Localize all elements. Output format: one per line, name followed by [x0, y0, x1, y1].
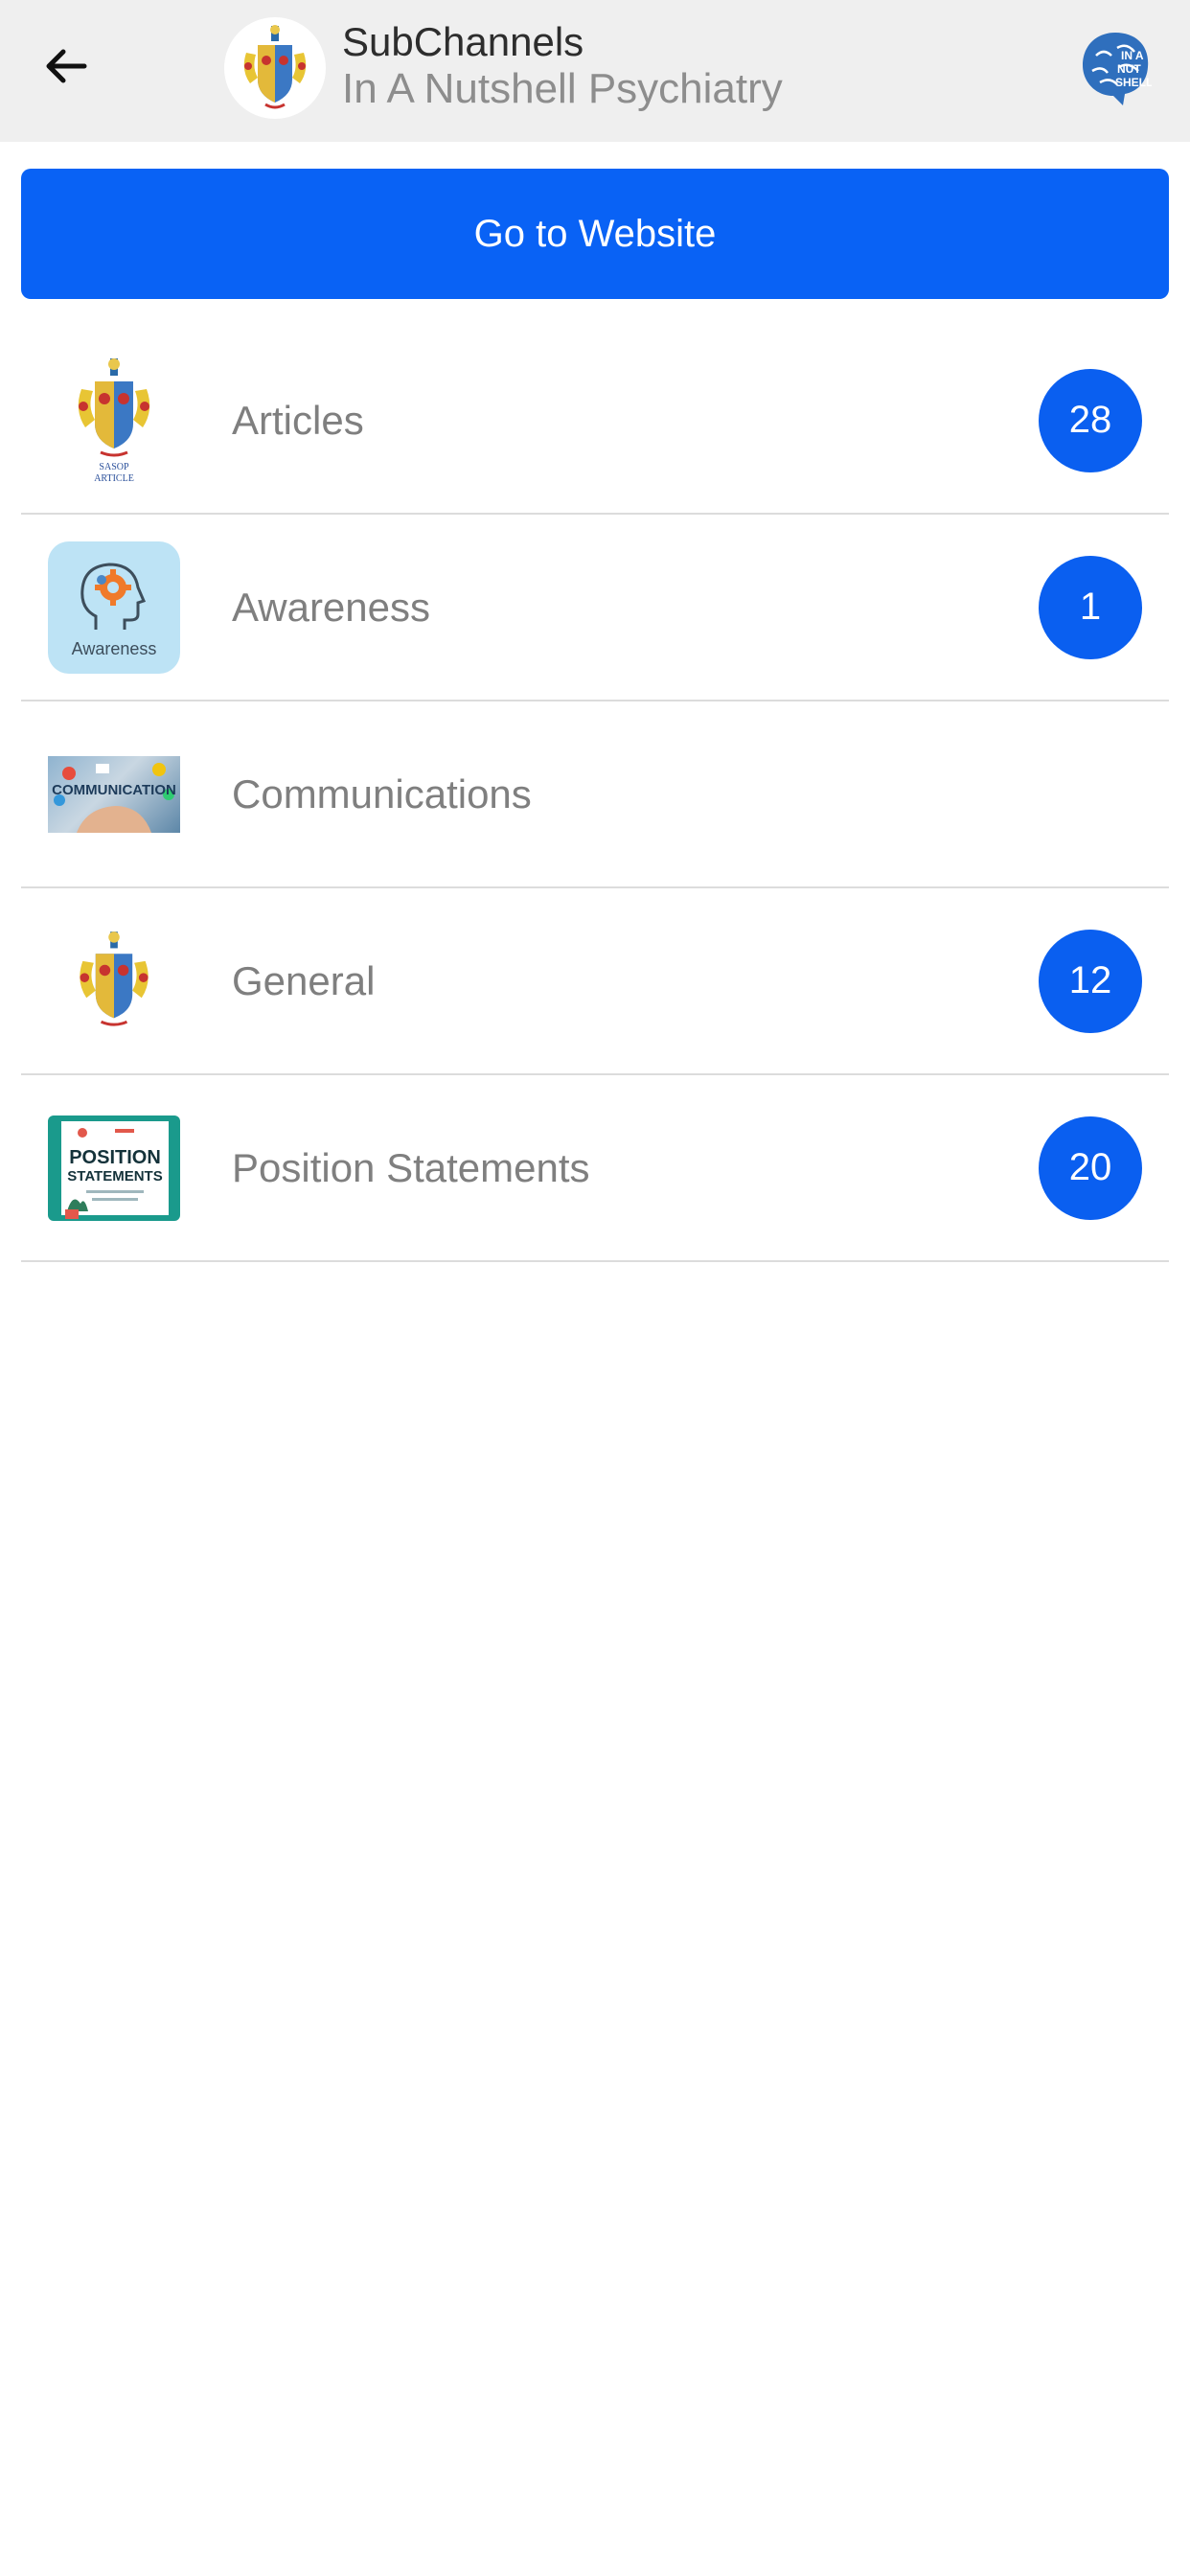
position-statements-poster-icon: POSITION STATEMENTS — [61, 1120, 169, 1219]
svg-text:IN A: IN A — [1121, 49, 1144, 62]
communication-caption: COMMUNICATION — [52, 782, 176, 798]
svg-text:SASOP: SASOP — [99, 462, 129, 472]
subchannel-label: Articles — [232, 397, 364, 443]
subchannel-row-general[interactable]: General 12 — [21, 888, 1169, 1075]
svg-text:SHELL: SHELL — [1115, 76, 1152, 89]
page-title: SubChannels — [342, 19, 584, 64]
head-gear-icon: Awareness — [72, 562, 157, 658]
crest-logo-icon — [243, 25, 307, 109]
svg-text:POSITION: POSITION — [69, 1147, 161, 1168]
subchannel-row-awareness[interactable]: Awareness Awareness 1 — [21, 515, 1169, 702]
awareness-thumbnail: Awareness — [48, 540, 180, 674]
svg-text:ARTICLE: ARTICLE — [94, 473, 134, 484]
position-statements-thumbnail: POSITION STATEMENTS — [48, 1115, 180, 1221]
communications-thumbnail: COMMUNICATION — [48, 755, 180, 833]
crest-icon — [80, 931, 149, 1026]
arrow-left-icon — [46, 49, 87, 83]
unread-count-badge: 20 — [1039, 1116, 1142, 1220]
top-bar: SubChannels In A Nutshell Psychiatry IN … — [0, 0, 1190, 142]
general-thumbnail — [48, 929, 180, 1034]
awareness-caption: Awareness — [72, 639, 157, 658]
subchannel-list: SASOP ARTICLE Articles 28 Awareness Awar… — [21, 328, 1169, 1262]
subchannel-row-articles[interactable]: SASOP ARTICLE Articles 28 — [21, 328, 1169, 515]
go-to-website-button[interactable]: Go to Website — [21, 169, 1169, 299]
header-titles: SubChannels In A Nutshell Psychiatry — [342, 19, 783, 113]
subchannel-label: Awareness — [232, 584, 431, 630]
articles-thumbnail: SASOP ARTICLE — [48, 356, 180, 485]
crest-icon: SASOP ARTICLE — [78, 357, 150, 484]
channel-logo — [224, 17, 326, 119]
back-button[interactable] — [34, 34, 98, 98]
subchannel-label: General — [232, 957, 376, 1003]
subchannel-row-position-statements[interactable]: POSITION STATEMENTS Position Statements … — [21, 1075, 1169, 1262]
unread-count-badge: 28 — [1039, 368, 1142, 472]
brain-logo-icon: IN A NUT SHELL — [1083, 33, 1153, 105]
communication-photo-icon: COMMUNICATION — [52, 762, 176, 833]
svg-text:NUT: NUT — [1117, 62, 1141, 76]
svg-text:STATEMENTS: STATEMENTS — [67, 1168, 162, 1184]
channel-name: In A Nutshell Psychiatry — [342, 65, 783, 112]
profile-logo[interactable]: IN A NUT SHELL — [1079, 29, 1153, 109]
subchannel-label: Position Statements — [232, 1144, 590, 1190]
subchannel-row-communications[interactable]: COMMUNICATION Communications — [21, 702, 1169, 888]
unread-count-badge: 12 — [1039, 929, 1142, 1033]
subchannel-label: Communications — [232, 770, 532, 816]
unread-count-badge: 1 — [1039, 555, 1142, 659]
